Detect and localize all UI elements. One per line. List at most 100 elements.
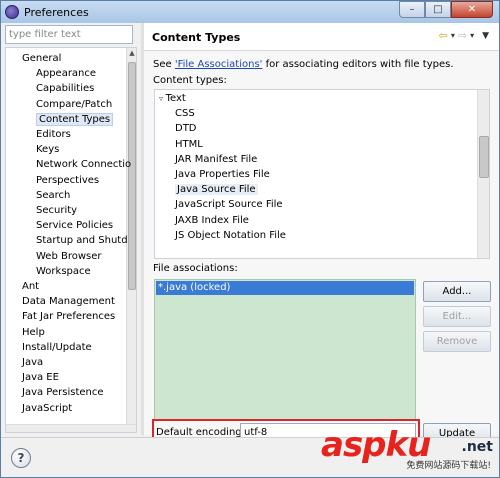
- forward-dropdown-icon[interactable]: ▾: [470, 31, 474, 40]
- tree-item[interactable]: Editors: [36, 127, 71, 142]
- back-dropdown-icon[interactable]: ▾: [451, 31, 455, 40]
- history-nav: ⇦ ▾ ⇨ ▾ ▼: [439, 29, 489, 42]
- content-types-label: Content types:: [153, 75, 227, 86]
- content-type-item[interactable]: Java Source File: [175, 182, 258, 197]
- tree-item[interactable]: Security: [36, 203, 77, 218]
- tree-item[interactable]: Help: [22, 325, 45, 340]
- tree-item[interactable]: Search: [36, 188, 70, 203]
- forward-arrow-icon[interactable]: ⇨: [458, 29, 467, 42]
- content-type-item[interactable]: JavaScript Source File: [175, 197, 283, 212]
- tree-item-label: Appearance: [36, 68, 97, 80]
- content-type-label: DTD: [175, 123, 197, 135]
- dialog-body: ▲ ▼ General Appearance Capabilities Compare…: [1, 23, 499, 477]
- tree-item-label: Help: [22, 326, 45, 338]
- tree-item-label: Content Types: [36, 112, 114, 126]
- tree-item[interactable]: Compare/Patch: [36, 97, 112, 112]
- file-association-row[interactable]: *.java (locked): [156, 281, 414, 295]
- content-type-item[interactable]: DTD: [175, 121, 197, 136]
- content-types-page: Content Types ⇦ ▾ ⇨ ▾ ▼ See 'File Associ…: [144, 23, 499, 449]
- view-menu-icon[interactable]: ▼: [482, 31, 489, 41]
- tree-item[interactable]: Install/Update: [22, 340, 92, 355]
- watermark-subtitle: 免费网站源码下载站!: [406, 461, 491, 471]
- content-types-tree: ▿ Text CSS DTD HTML JAR Manifest File Java Pr…: [154, 89, 490, 259]
- title-bar[interactable]: Preferences – □ ✕: [1, 1, 499, 23]
- file-associations-link[interactable]: 'File Associations': [175, 59, 263, 70]
- content-type-label: Text: [165, 93, 186, 104]
- content-type-item[interactable]: ▿ Text: [159, 91, 186, 106]
- tree-item[interactable]: Java: [22, 355, 43, 370]
- page-header: Content Types ⇦ ▾ ⇨ ▾ ▼: [144, 23, 499, 51]
- tree-item[interactable]: Web Browser: [36, 249, 102, 264]
- tree-item[interactable]: Perspectives: [36, 173, 99, 188]
- tree-item-label: Ant: [22, 281, 40, 292]
- maximize-button[interactable]: □: [425, 1, 451, 18]
- help-icon[interactable]: ?: [11, 448, 31, 468]
- watermark-logo: aspku .net 免费网站源码下载站!: [321, 425, 493, 471]
- description-suffix: for associating editors with file types.: [262, 59, 454, 70]
- content-type-label: JS Object Notation File: [175, 229, 286, 241]
- content-type-item[interactable]: JS Object Notation File: [175, 228, 286, 243]
- close-button[interactable]: ✕: [451, 1, 493, 18]
- back-arrow-icon[interactable]: ⇦: [439, 29, 448, 42]
- tree-item-label: Service Policies: [36, 220, 114, 232]
- content-type-item[interactable]: CSS: [175, 106, 195, 121]
- tree-item-label: Web Browser: [36, 250, 102, 262]
- tree-item[interactable]: Java EE: [22, 370, 59, 385]
- page-description: See 'File Associations' for associating …: [153, 59, 454, 70]
- content-type-item[interactable]: JAR Manifest File: [175, 152, 257, 167]
- content-type-label: HTML: [175, 138, 203, 150]
- tree-item[interactable]: General: [22, 51, 61, 66]
- tree-item[interactable]: Ant: [22, 279, 39, 294]
- scroll-up-icon[interactable]: ▲: [127, 48, 136, 58]
- dialog-footer: ? aspku .net 免费网站源码下载站!: [1, 425, 499, 477]
- filter-input[interactable]: [5, 25, 133, 44]
- watermark-domain: .net: [461, 439, 493, 455]
- page-title: Content Types: [152, 31, 241, 44]
- tree-item-label: Data Management: [22, 296, 115, 308]
- tree-item[interactable]: JavaScript: [22, 401, 72, 416]
- tree-item-label: Perspectives: [36, 174, 100, 186]
- tree-item-label: Editors: [36, 129, 71, 140]
- content-type-item[interactable]: Java Properties File: [175, 167, 270, 182]
- tree-item[interactable]: Service Policies: [36, 218, 113, 233]
- window-controls: – □ ✕: [399, 1, 493, 18]
- tree-item[interactable]: Data Management: [22, 294, 115, 309]
- scroll-thumb[interactable]: [128, 62, 136, 290]
- window-title: Preferences: [24, 5, 89, 19]
- tree-item[interactable]: Java Persistence: [22, 385, 104, 400]
- tree-hscrollbar[interactable]: [6, 424, 136, 432]
- scroll-thumb[interactable]: [479, 136, 489, 178]
- content-type-label: CSS: [175, 108, 195, 120]
- edit-button[interactable]: Edit...: [423, 306, 491, 327]
- content-type-item[interactable]: HTML: [175, 137, 203, 152]
- tree-item[interactable]: Keys: [36, 142, 59, 157]
- content-type-label: JAR Manifest File: [175, 153, 258, 165]
- tree-item-label: Security: [36, 205, 78, 216]
- tree-item-label: Keys: [36, 144, 60, 156]
- eclipse-icon: [5, 5, 19, 19]
- minimize-button[interactable]: –: [399, 1, 425, 18]
- tree-item[interactable]: Capabilities: [36, 81, 94, 96]
- content-type-item[interactable]: JAXB Index File: [175, 213, 249, 228]
- tree-item-label: Network Connectio: [36, 159, 132, 171]
- content-type-label: JAXB Index File: [175, 214, 249, 226]
- tree-item-label: Search: [36, 189, 71, 201]
- tree-item-label: General: [22, 53, 62, 64]
- file-associations-label: File associations:: [153, 263, 238, 274]
- content-types-scrollbar[interactable]: [477, 90, 489, 258]
- tree-item-label: Capabilities: [36, 83, 95, 95]
- tree-item[interactable]: Appearance: [36, 66, 96, 81]
- tree-item-label: Fat Jar Preferences: [22, 311, 116, 323]
- tree-item-label: Compare/Patch: [36, 98, 113, 110]
- tree-item[interactable]: Network Connectio: [36, 157, 131, 172]
- description-prefix: See: [153, 59, 175, 70]
- add-button[interactable]: Add...: [423, 281, 491, 302]
- tree-item[interactable]: Content Types: [36, 112, 114, 127]
- preference-navigation: ▲ ▼ GeneralAppearanceCapabilitiesCompare…: [5, 25, 137, 433]
- tree-item[interactable]: Startup and Shutd: [36, 233, 128, 248]
- tree-item[interactable]: Workspace: [36, 264, 91, 279]
- tree-item[interactable]: Fat Jar Preferences: [22, 309, 115, 324]
- remove-button[interactable]: Remove: [423, 331, 491, 352]
- tree-item-label: JavaScript: [22, 402, 73, 414]
- content-type-label: Java Properties File: [175, 169, 270, 180]
